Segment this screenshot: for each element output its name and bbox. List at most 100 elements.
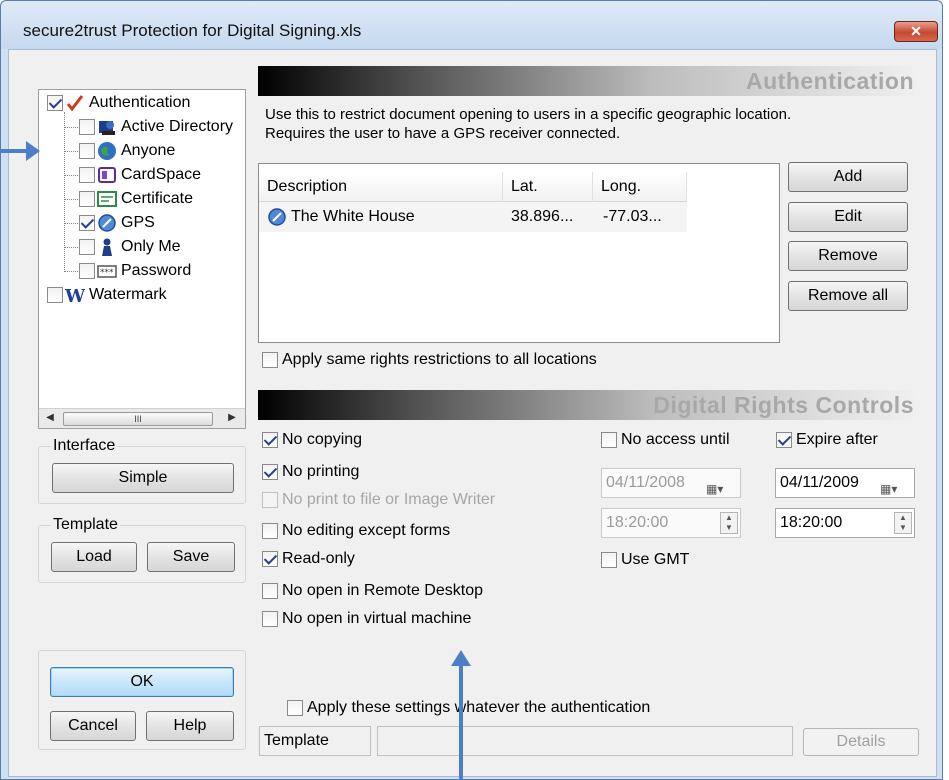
tree-item-active-directory[interactable]: Active Directory: [79, 116, 233, 138]
no-access-until-checkbox[interactable]: No access until: [601, 431, 730, 449]
tree-item-certificate[interactable]: Certificate: [79, 188, 193, 210]
details-button: Details: [803, 728, 919, 756]
no-printing-checkbox[interactable]: No printing: [262, 463, 359, 481]
table-row[interactable]: The White House 38.896... -77.03...: [259, 202, 687, 232]
tree-item-label: Password: [121, 262, 192, 279]
checkbox-box[interactable]: [601, 432, 617, 448]
tree-item-gps[interactable]: GPS: [79, 212, 155, 234]
tree-guide-line: [64, 223, 78, 224]
no-virtual-machine-checkbox[interactable]: No open in virtual machine: [262, 610, 471, 628]
tree-checkbox-watermark[interactable]: [47, 287, 63, 303]
checkbox-box[interactable]: [262, 432, 278, 448]
template-group: Template Load Save: [38, 516, 246, 583]
tree-checkbox-only-me[interactable]: [79, 239, 95, 255]
checkbox-box[interactable]: [287, 700, 303, 716]
scroll-left-icon[interactable]: ◀: [43, 412, 57, 423]
apply-same-rights-checkbox[interactable]: Apply same rights restrictions to all lo…: [262, 351, 597, 369]
add-button[interactable]: Add: [788, 162, 908, 192]
tree-horizontal-scrollbar[interactable]: ◀ III ▶: [39, 408, 245, 428]
template-status-label: Template: [259, 726, 371, 756]
checkbox-box[interactable]: [262, 551, 278, 567]
location-description: The White House: [291, 208, 415, 225]
date-value: 04/11/2008: [606, 474, 685, 491]
no-copying-checkbox[interactable]: No copying: [262, 431, 362, 449]
no-editing-checkbox[interactable]: No editing except forms: [262, 522, 450, 540]
cancel-button[interactable]: Cancel: [50, 711, 136, 741]
tree-item-label: GPS: [121, 214, 155, 231]
no-access-time-field: 18:20:00 ▲ ▼: [601, 508, 741, 538]
dialog-client-area: Authentication Active Directory Anyone C…: [8, 49, 937, 777]
help-button[interactable]: Help: [146, 711, 234, 741]
tree-checkbox-authentication[interactable]: [47, 95, 63, 111]
tree-checkbox-active-directory[interactable]: [79, 119, 95, 135]
tree-guide-line: [64, 151, 78, 152]
locations-list-header: Description Lat. Long.: [259, 172, 687, 202]
tree-item-anyone[interactable]: Anyone: [79, 140, 175, 162]
column-header-long[interactable]: Long.: [593, 172, 687, 202]
checkbox-box[interactable]: [601, 552, 617, 568]
no-remote-desktop-checkbox[interactable]: No open in Remote Desktop: [262, 582, 483, 600]
checkbox-box[interactable]: [776, 432, 792, 448]
tree-item-authentication[interactable]: Authentication: [47, 92, 190, 114]
checkbox-label: No access until: [621, 431, 730, 448]
authentication-section-header: Authentication: [258, 66, 918, 96]
checkbox-box[interactable]: [262, 583, 278, 599]
load-button[interactable]: Load: [51, 542, 137, 572]
expire-date-field[interactable]: 04/11/2009 ▦▾: [775, 468, 915, 498]
checkbox-label: No open in Remote Desktop: [282, 582, 483, 599]
tree-checkbox-certificate[interactable]: [79, 191, 95, 207]
tree-checkbox-cardspace[interactable]: [79, 167, 95, 183]
gps-icon: [267, 207, 287, 227]
expire-after-checkbox[interactable]: Expire after: [776, 431, 878, 449]
tree-item-label: Watermark: [89, 286, 167, 303]
tree-checkbox-gps[interactable]: [79, 215, 95, 231]
tree-item-watermark[interactable]: W Watermark: [47, 284, 167, 307]
tree-item-label: Authentication: [89, 94, 191, 111]
tree-item-label: Active Directory: [121, 118, 234, 135]
column-header-lat[interactable]: Lat.: [503, 172, 593, 202]
calendar-dropdown-icon[interactable]: ▦▾: [880, 475, 910, 496]
time-spinner-icon[interactable]: ▲ ▼: [894, 512, 912, 534]
checkbox-box[interactable]: [262, 464, 278, 480]
tree-checkbox-password[interactable]: [79, 263, 95, 279]
interface-group-title: Interface: [51, 437, 118, 455]
expire-time-field[interactable]: 18:20:00 ▲ ▼: [775, 508, 915, 538]
apply-settings-checkbox[interactable]: Apply these settings whatever the authen…: [287, 699, 650, 717]
active-directory-icon: [97, 117, 117, 137]
tree-item-label: CardSpace: [121, 166, 202, 183]
tree-item-label: Certificate: [121, 190, 194, 207]
tree-item-only-me[interactable]: Only Me: [79, 236, 181, 258]
ok-button[interactable]: OK: [50, 667, 234, 697]
authentication-tree[interactable]: Authentication Active Directory Anyone C…: [38, 89, 246, 429]
tree-item-label: Anyone: [121, 142, 176, 159]
tree-item-cardspace[interactable]: CardSpace: [79, 164, 201, 186]
globe-icon: [97, 141, 117, 161]
simple-button[interactable]: Simple: [52, 463, 234, 493]
scroll-right-icon[interactable]: ▶: [225, 412, 239, 423]
time-value: 18:20:00: [780, 514, 843, 531]
cardspace-icon: [97, 165, 117, 185]
read-only-checkbox[interactable]: Read-only: [262, 550, 355, 568]
checkbox-box[interactable]: [262, 523, 278, 539]
checkbox-box[interactable]: [262, 611, 278, 627]
checkbox-label: No open in virtual machine: [282, 610, 472, 627]
tree-item-password[interactable]: *** Password: [79, 260, 191, 282]
locations-list[interactable]: Description Lat. Long. The White House 3…: [258, 163, 780, 343]
checkbox-box[interactable]: [262, 352, 278, 368]
column-header-description[interactable]: Description: [259, 172, 503, 202]
edit-button[interactable]: Edit: [788, 202, 908, 232]
location-lat: 38.896...: [511, 208, 574, 225]
scroll-thumb[interactable]: III: [63, 412, 213, 426]
checkmark-icon: [65, 93, 85, 113]
window-title: secure2trust Protection for Digital Sign…: [23, 21, 362, 40]
footer-button-group: OK Cancel Help: [38, 650, 246, 750]
close-button[interactable]: ✕: [894, 21, 938, 42]
annotation-arrow-head: [451, 650, 471, 666]
use-gmt-checkbox[interactable]: Use GMT: [601, 551, 689, 569]
remove-button[interactable]: Remove: [788, 241, 908, 271]
svg-text:***: ***: [100, 268, 114, 278]
save-button[interactable]: Save: [147, 542, 235, 572]
title-bar[interactable]: secure2trust Protection for Digital Sign…: [1, 1, 942, 49]
tree-checkbox-anyone[interactable]: [79, 143, 95, 159]
remove-all-button[interactable]: Remove all: [788, 281, 908, 311]
